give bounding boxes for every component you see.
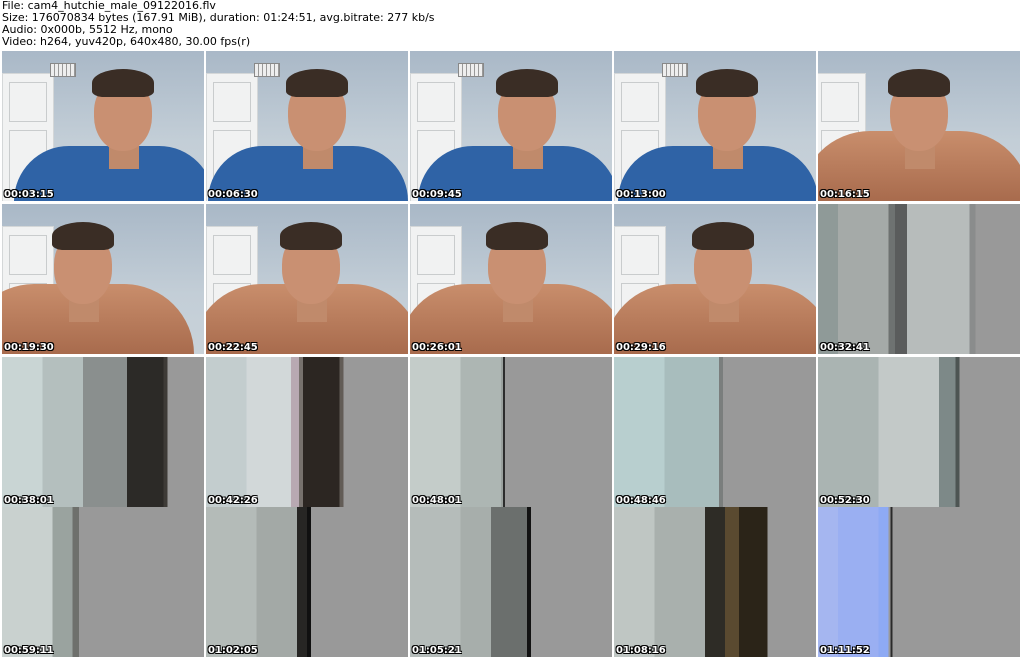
- thumbnail-grid: 00:03:15 00:06:30 00:09:45 00:13:00 00:16:15…: [0, 51, 1024, 659]
- thumbnail-timestamp: 01:08:16: [616, 645, 666, 656]
- video-thumbnail: 00:42:26: [206, 357, 408, 507]
- video-frame-image: [410, 507, 612, 657]
- video-frame-image: [614, 204, 816, 354]
- file-info-header: File: cam4_hutchie_male_09122016.flv Siz…: [2, 0, 1012, 48]
- video-frame-image: [2, 51, 204, 201]
- video-frame-image: [2, 507, 204, 657]
- video-thumbnail: 00:06:30: [206, 51, 408, 201]
- video-thumbnail: 01:11:52: [818, 507, 1020, 657]
- video-info-line: Video: h264, yuv420p, 640x480, 30.00 fps…: [2, 35, 251, 48]
- video-thumbnail: 00:16:15: [818, 51, 1020, 201]
- video-thumbnail: 00:38:01: [2, 357, 204, 507]
- video-thumbnail: 00:59:11: [2, 507, 204, 657]
- thumbnail-timestamp: 00:52:30: [820, 495, 870, 506]
- video-frame-image: [410, 357, 612, 507]
- thumbnail-timestamp: 00:22:45: [208, 342, 258, 353]
- video-frame-image: [614, 357, 816, 507]
- thumbnail-timestamp: 00:59:11: [4, 645, 54, 656]
- thumbnail-timestamp: 00:06:30: [208, 189, 258, 200]
- video-frame-image: [206, 204, 408, 354]
- video-thumbnail: 00:09:45: [410, 51, 612, 201]
- video-frame-image: [206, 507, 408, 657]
- thumbnail-timestamp: 01:02:05: [208, 645, 258, 656]
- video-thumbnail: 00:22:45: [206, 204, 408, 354]
- video-frame-image: [614, 51, 816, 201]
- video-thumbnail: 01:08:16: [614, 507, 816, 657]
- video-thumbnail: 00:48:46: [614, 357, 816, 507]
- video-frame-image: [818, 204, 1020, 354]
- video-frame-image: [818, 507, 1020, 657]
- thumbnail-timestamp: 00:13:00: [616, 189, 666, 200]
- video-frame-image: [818, 357, 1020, 507]
- video-thumbnail: 00:26:01: [410, 204, 612, 354]
- video-frame-image: [206, 357, 408, 507]
- thumbnail-timestamp: 00:32:41: [820, 342, 870, 353]
- video-frame-image: [410, 51, 612, 201]
- thumbnail-timestamp: 00:38:01: [4, 495, 54, 506]
- video-thumbnail: 00:48:01: [410, 357, 612, 507]
- video-thumbnail: 00:19:30: [2, 204, 204, 354]
- video-frame-image: [614, 507, 816, 657]
- video-thumbnail: 01:05:21: [410, 507, 612, 657]
- video-frame-image: [206, 51, 408, 201]
- thumbnail-timestamp: 00:03:15: [4, 189, 54, 200]
- video-frame-image: [818, 51, 1020, 201]
- thumbnail-timestamp: 00:48:46: [616, 495, 666, 506]
- thumbnail-timestamp: 00:29:16: [616, 342, 666, 353]
- video-thumbnail: 00:13:00: [614, 51, 816, 201]
- thumbnail-timestamp: 00:42:26: [208, 495, 258, 506]
- thumbnail-timestamp: 01:11:52: [820, 645, 870, 656]
- thumbnail-timestamp: 00:48:01: [412, 495, 462, 506]
- thumbnail-timestamp: 00:26:01: [412, 342, 462, 353]
- video-thumbnail: 00:32:41: [818, 204, 1020, 354]
- video-thumbnail: 00:29:16: [614, 204, 816, 354]
- video-frame-image: [2, 357, 204, 507]
- video-thumbnail: 01:02:05: [206, 507, 408, 657]
- thumbnail-timestamp: 01:05:21: [412, 645, 462, 656]
- video-frame-image: [410, 204, 612, 354]
- video-thumbnail: 00:03:15: [2, 51, 204, 201]
- thumbnail-timestamp: 00:16:15: [820, 189, 870, 200]
- thumbnail-timestamp: 00:09:45: [412, 189, 462, 200]
- thumbnail-timestamp: 00:19:30: [4, 342, 54, 353]
- video-frame-image: [2, 204, 204, 354]
- video-thumbnail: 00:52:30: [818, 357, 1020, 507]
